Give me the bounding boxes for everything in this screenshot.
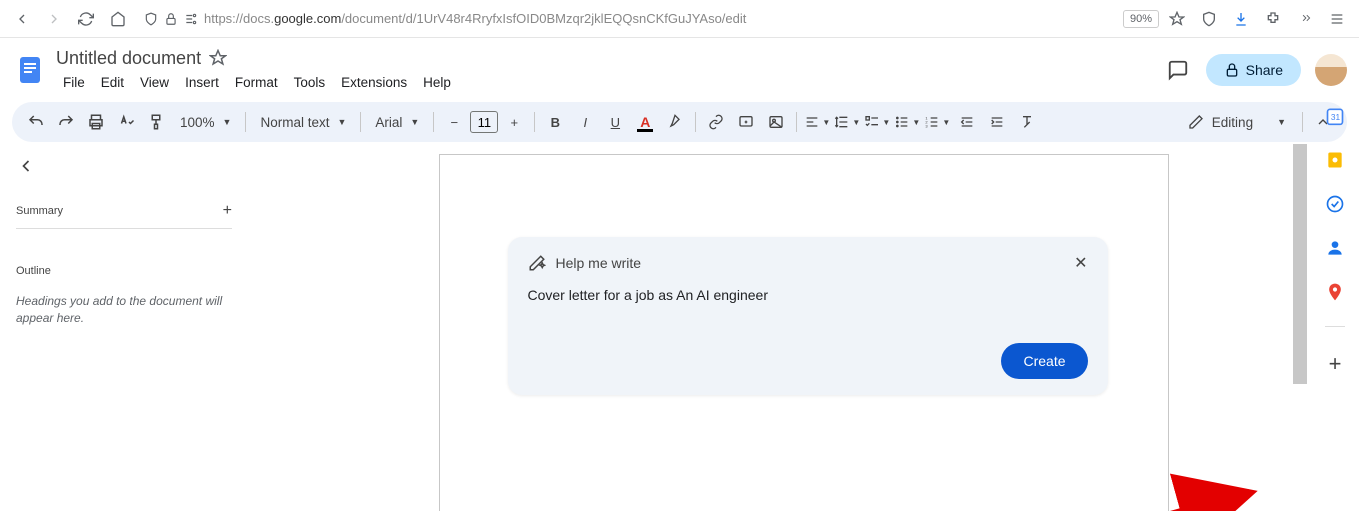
comments-button[interactable] [1160, 52, 1196, 88]
forward-button[interactable] [40, 5, 68, 33]
side-panel: 31 + [1311, 98, 1359, 377]
maps-icon[interactable] [1325, 282, 1345, 302]
lock-icon [1224, 62, 1240, 78]
contacts-icon[interactable] [1325, 238, 1345, 258]
menu-view[interactable]: View [133, 73, 176, 92]
share-button[interactable]: Share [1206, 54, 1301, 86]
document-area[interactable]: Help me write ✕ Cover letter for a job a… [248, 142, 1359, 511]
browser-toolbar: https://docs.google.com/document/d/1UrV4… [0, 0, 1359, 38]
format-paint-button[interactable] [142, 108, 170, 136]
numbered-list-button[interactable]: 123▼ [923, 108, 951, 136]
keep-icon[interactable] [1325, 150, 1345, 170]
help-me-write-panel: Help me write ✕ Cover letter for a job a… [508, 237, 1108, 395]
menu-edit[interactable]: Edit [94, 73, 131, 92]
menu-extensions[interactable]: Extensions [334, 73, 414, 92]
close-icon[interactable]: ✕ [1074, 253, 1087, 273]
url-text: https://docs.google.com/document/d/1UrV4… [204, 11, 746, 26]
extension-button[interactable] [1259, 5, 1287, 33]
spellcheck-button[interactable] [112, 108, 140, 136]
svg-text:3: 3 [926, 123, 929, 128]
document-page[interactable]: Help me write ✕ Cover letter for a job a… [439, 154, 1169, 511]
share-label: Share [1246, 62, 1283, 78]
star-icon[interactable] [209, 49, 227, 67]
bullet-list-button[interactable]: ▼ [893, 108, 921, 136]
menu-button[interactable] [1323, 5, 1351, 33]
fontsize-increase[interactable]: + [500, 108, 528, 136]
menu-help[interactable]: Help [416, 73, 458, 92]
annotation-arrow [770, 463, 1290, 511]
zoom-badge[interactable]: 90% [1123, 10, 1159, 28]
link-button[interactable] [702, 108, 730, 136]
fontsize-input[interactable] [470, 111, 498, 133]
back-button[interactable] [8, 5, 36, 33]
redo-button[interactable] [52, 108, 80, 136]
scrollbar[interactable] [1293, 144, 1307, 504]
shield-icon [144, 12, 158, 26]
menu-file[interactable]: File [56, 73, 92, 92]
image-button[interactable] [762, 108, 790, 136]
summary-add-button[interactable]: + [223, 202, 232, 220]
font-dropdown[interactable]: Arial▼ [367, 108, 427, 136]
highlight-button[interactable] [661, 108, 689, 136]
hmw-title: Help me write [556, 255, 1065, 271]
outline-close-button[interactable] [16, 154, 40, 178]
align-button[interactable]: ▼ [803, 108, 831, 136]
outline-panel: Summary + Outline Headings you add to th… [0, 142, 248, 511]
menu-tools[interactable]: Tools [287, 73, 333, 92]
menu-bar: File Edit View Insert Format Tools Exten… [56, 70, 1160, 94]
indent-increase-button[interactable] [983, 108, 1011, 136]
clear-format-button[interactable] [1013, 108, 1041, 136]
download-button[interactable] [1227, 5, 1255, 33]
outline-label: Outline [16, 265, 232, 277]
bookmark-button[interactable] [1163, 5, 1191, 33]
docs-header: Untitled document File Edit View Insert … [0, 38, 1359, 98]
document-title[interactable]: Untitled document [56, 48, 201, 69]
reload-button[interactable] [72, 5, 100, 33]
menu-insert[interactable]: Insert [178, 73, 226, 92]
checklist-button[interactable]: ▼ [863, 108, 891, 136]
editing-mode-dropdown[interactable]: Editing ▼ [1178, 114, 1296, 130]
print-button[interactable] [82, 108, 110, 136]
svg-text:31: 31 [1331, 112, 1341, 122]
undo-button[interactable] [22, 108, 50, 136]
summary-label: Summary [16, 205, 63, 217]
indent-decrease-button[interactable] [953, 108, 981, 136]
lock-icon [164, 12, 178, 26]
line-spacing-button[interactable]: ▼ [833, 108, 861, 136]
docs-logo-icon[interactable] [12, 52, 48, 88]
pocket-button[interactable] [1195, 5, 1223, 33]
toolbar: 100%▼ Normal text▼ Arial▼ − + B I U A ▼ … [12, 102, 1347, 142]
hmw-prompt-input[interactable]: Cover letter for a job as An AI engineer [528, 283, 1088, 307]
tasks-icon[interactable] [1325, 194, 1345, 214]
fontsize-decrease[interactable]: − [440, 108, 468, 136]
text-color-button[interactable]: A [631, 108, 659, 136]
overflow-button[interactable] [1291, 5, 1319, 33]
underline-button[interactable]: U [601, 108, 629, 136]
home-button[interactable] [104, 5, 132, 33]
url-bar[interactable]: https://docs.google.com/document/d/1UrV4… [136, 11, 1119, 26]
pencil-icon [1188, 114, 1204, 130]
settings-icon [184, 12, 198, 26]
avatar[interactable] [1315, 54, 1347, 86]
add-addon-button[interactable]: + [1329, 351, 1342, 377]
menu-format[interactable]: Format [228, 73, 285, 92]
zoom-dropdown[interactable]: 100%▼ [172, 108, 239, 136]
styles-dropdown[interactable]: Normal text▼ [252, 108, 354, 136]
create-button[interactable]: Create [1001, 343, 1087, 379]
comment-button[interactable] [732, 108, 760, 136]
bold-button[interactable]: B [541, 108, 569, 136]
calendar-icon[interactable]: 31 [1325, 106, 1345, 126]
italic-button[interactable]: I [571, 108, 599, 136]
outline-hint: Headings you add to the document will ap… [16, 293, 232, 327]
pen-sparkle-icon [528, 254, 546, 272]
